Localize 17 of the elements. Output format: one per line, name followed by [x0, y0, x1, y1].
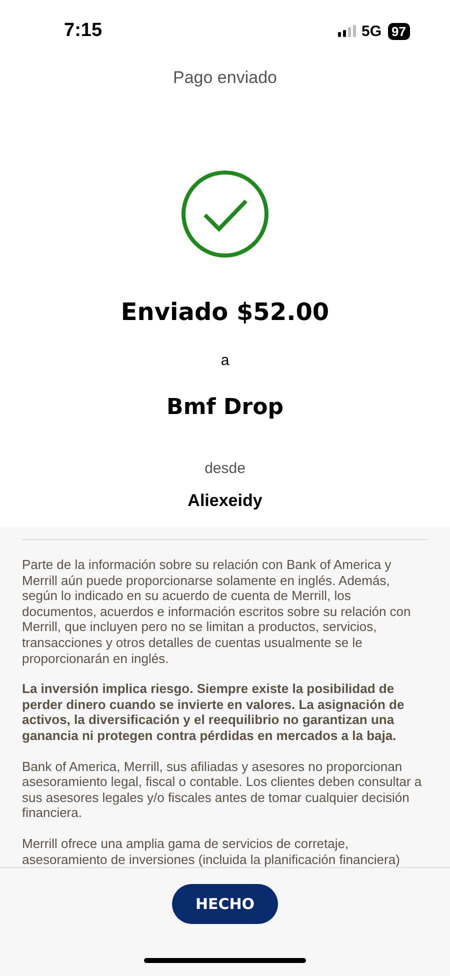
home-indicator[interactable] — [144, 958, 306, 963]
checkmark-icon — [181, 170, 269, 258]
disclosure-paragraph: Parte de la información sobre su relación con Bank of America y Merrill aún puede proporcionarse solamente en inglés. Además, según lo indicado en su acuerdo de cuenta de Merrill, los documentos, acuerdos e información escritos sobre su relación con Merrill, que incluyen pero no se limitan a productos, servicios, transacciones y otros detalles de cuentas usualmente se le proporcionarán en inglés. — [22, 557, 412, 666]
disclosure-paragraph: La inversión implica riesgo. Siempre existe la posibilidad de perder dinero cuando se invierte en valores. La asignación de activos, la diversificación y el reequilibrio no garantizan una ganancia ni protegen contra pérdidas en mercados a la baja. — [22, 681, 406, 744]
signal-icon — [338, 25, 356, 37]
screen-title: Pago enviado — [173, 68, 277, 88]
amount-sent: Enviado $52.00 — [120, 298, 330, 326]
done-button[interactable]: HECHO — [172, 884, 278, 924]
from-label: desde — [204, 460, 246, 477]
disclosure-paragraph: Merrill ofrece una amplia gama de servicios de corretaje, asesoramiento de inversiones (incluida la planificación financiera) — [22, 836, 401, 867]
battery-level: 97 — [388, 22, 410, 40]
recipient-name: Bmf Drop — [166, 395, 284, 420]
status-time: 7:15 — [64, 20, 102, 42]
sender-name: Aliexeidy — [188, 491, 262, 511]
connector-text: a — [220, 352, 230, 369]
network-label: 5G — [362, 22, 382, 40]
disclosure-paragraph: Bank of America, Merrill, sus afiliadas y asesores no proporcionan asesoramiento legal, fiscal o contable. Los clientes deben consultar a sus asesores legales y/o fiscales antes de tomar cualquier decisión financiera. — [22, 758, 423, 821]
